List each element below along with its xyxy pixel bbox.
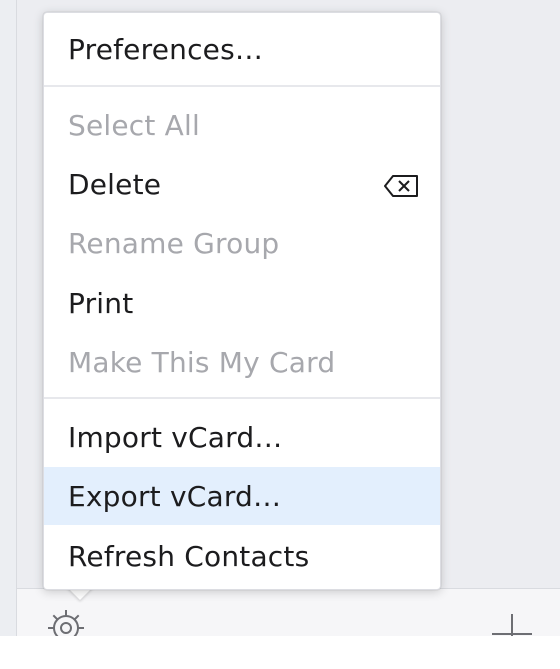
bottom-toolbar [17, 588, 560, 637]
menu-item-label: Preferences… [68, 32, 264, 66]
menu-item-import-vcard[interactable]: Import vCard… [44, 408, 440, 466]
delete-key-icon [384, 172, 420, 197]
menu-item-label: Delete [68, 167, 162, 201]
menu-item-label: Print [68, 286, 134, 320]
below-window-area [0, 636, 560, 669]
menu-item-label: Rename Group [68, 226, 280, 260]
add-icon[interactable] [490, 612, 534, 636]
menu-item-delete[interactable]: Delete [44, 155, 440, 213]
menu-separator [44, 397, 440, 399]
menu-item-select-all: Select All [44, 96, 440, 154]
menu-item-export-vcard[interactable]: Export vCard… [44, 467, 440, 525]
sidebar-strip [0, 0, 17, 636]
settings-menu: Preferences… Select All Delete Rename Gr… [43, 12, 441, 590]
menu-item-preferences[interactable]: Preferences… [44, 20, 440, 78]
menu-item-label: Select All [68, 108, 200, 142]
menu-item-rename-group: Rename Group [44, 214, 440, 272]
menu-item-label: Export vCard… [68, 479, 282, 513]
menu-item-refresh-contacts[interactable]: Refresh Contacts [44, 527, 440, 585]
menu-item-label: Import vCard… [68, 420, 283, 454]
menu-item-label: Make This My Card [68, 345, 336, 379]
gear-icon[interactable] [40, 606, 92, 636]
menu-item-label: Refresh Contacts [68, 539, 310, 573]
menu-separator [44, 85, 440, 87]
menu-item-print[interactable]: Print [44, 274, 440, 332]
menu-item-make-this-my-card: Make This My Card [44, 333, 440, 391]
